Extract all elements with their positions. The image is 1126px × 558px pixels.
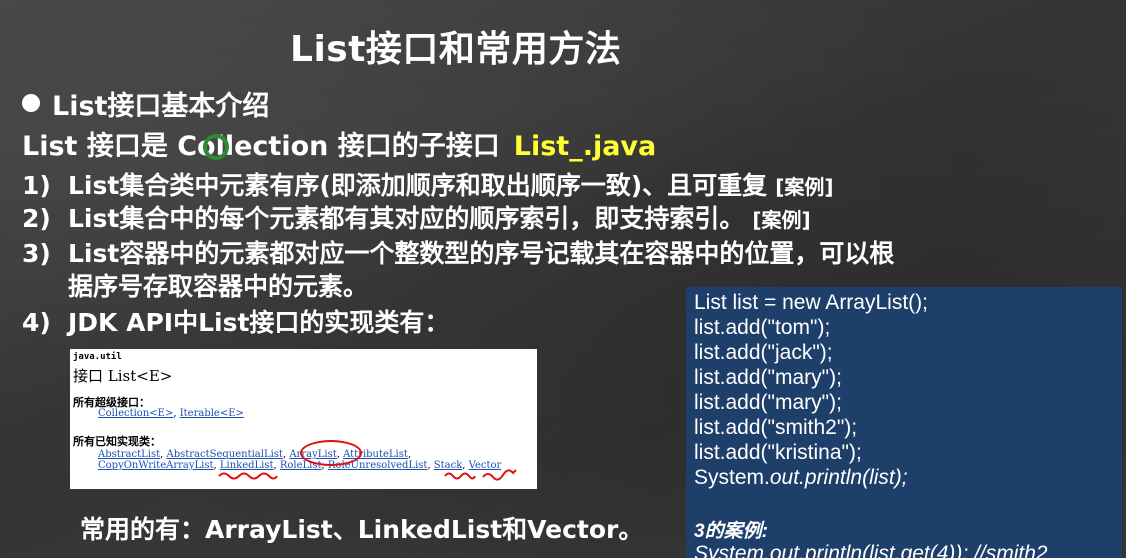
item-text-continuation: 据序号存取容器中的元素。: [68, 272, 369, 301]
item-number: 3): [22, 239, 51, 268]
intro-line: List 接口是 Collection 接口的子接口 List_.java: [22, 124, 656, 163]
bullet-icon: [22, 94, 40, 112]
red-squiggle-underline: [218, 472, 278, 480]
javadoc-impl-row: CopyOnWriteArrayList, LinkedList, RoleLi…: [98, 460, 502, 471]
code-line: list.add("jack");: [694, 341, 833, 364]
list-item: 4) JDK API中List接口的实现类有：: [22, 303, 449, 339]
list-item: 2) List集合中的每个元素都有其对应的顺序索引，即支持索引。 [案例]: [22, 199, 811, 235]
list-item: 3) List容器中的元素都对应一个整数型的序号记载其在容器中的位置，可以根: [22, 234, 894, 270]
item-text: List集合中的每个元素都有其对应的顺序索引，即支持索引。: [68, 204, 745, 233]
item-text: List容器中的元素都对应一个整数型的序号记载其在容器中的位置，可以根: [68, 239, 895, 268]
item-number: 1): [22, 171, 51, 200]
intro-text: List 接口是 Collection 接口的子接口: [22, 131, 500, 162]
javadoc-link[interactable]: CopyOnWriteArrayList: [98, 460, 214, 471]
javadoc-link[interactable]: AbstractList: [98, 449, 160, 460]
javadoc-link[interactable]: AbstractSequentialList: [166, 449, 282, 460]
code-print-call: out.println(list);: [769, 466, 908, 489]
code-line: System.out.println(list);: [694, 466, 908, 490]
section-heading-text: List接口基本介绍: [52, 91, 270, 122]
list-item: 1) List集合类中元素有序(即添加顺序和取出顺序一致)、且可重复 [案例]: [22, 166, 833, 202]
javadoc-super-list: Collection<E>, Iterable<E>: [98, 408, 244, 419]
javadoc-package: java.util: [73, 352, 122, 362]
javadoc-interface-title: 接口 List<E>: [73, 367, 173, 385]
item-text: JDK API中List接口的实现类有：: [68, 308, 450, 337]
javadoc-link[interactable]: Collection<E>: [98, 408, 173, 419]
section-heading: List接口基本介绍: [22, 84, 269, 123]
red-annotation-circle: [300, 440, 362, 466]
common-implementations: 常用的有：ArrayList、LinkedList和Vector。: [80, 515, 644, 544]
code-line: System.out.println(list.get(4)); //smith…: [694, 542, 1048, 558]
red-squiggle-underline: [444, 472, 476, 480]
mouse-cursor-icon: [203, 134, 229, 160]
code-line: list.add("kristina");: [694, 441, 862, 464]
red-squiggle-underline: [482, 469, 517, 481]
code-line: List list = new ArrayList();: [694, 291, 928, 314]
file-name: List_.java: [513, 131, 657, 162]
code-line: list.add("tom");: [694, 316, 831, 339]
item-text: List集合类中元素有序(即添加顺序和取出顺序一致)、且可重复: [68, 171, 768, 200]
javadoc-impl-row: AbstractList, AbstractSequentialList, Ar…: [98, 449, 412, 460]
code-line: list.add("mary");: [694, 366, 842, 389]
page-title: List接口和常用方法: [290, 29, 622, 70]
case-tag: [案例]: [775, 175, 834, 199]
code-panel: List list = new ArrayList(); list.add("t…: [686, 287, 1122, 558]
code-line: list.add("smith2");: [694, 416, 858, 439]
javadoc-screenshot: java.util 接口 List<E> 所有超级接口： Collection<…: [70, 349, 537, 489]
item-number: 2): [22, 204, 51, 233]
javadoc-link[interactable]: Stack: [434, 460, 463, 471]
code-print-prefix: System.: [694, 466, 770, 489]
javadoc-link[interactable]: Iterable<E>: [180, 408, 244, 419]
code-line: list.add("mary");: [694, 391, 842, 414]
item-number: 4): [22, 308, 51, 337]
case-tag: [案例]: [752, 208, 811, 232]
case-label: 3的案例:: [694, 521, 768, 542]
javadoc-link[interactable]: LinkedList: [220, 460, 274, 471]
javadoc-impl-heading: 所有已知实现类：: [73, 435, 161, 448]
